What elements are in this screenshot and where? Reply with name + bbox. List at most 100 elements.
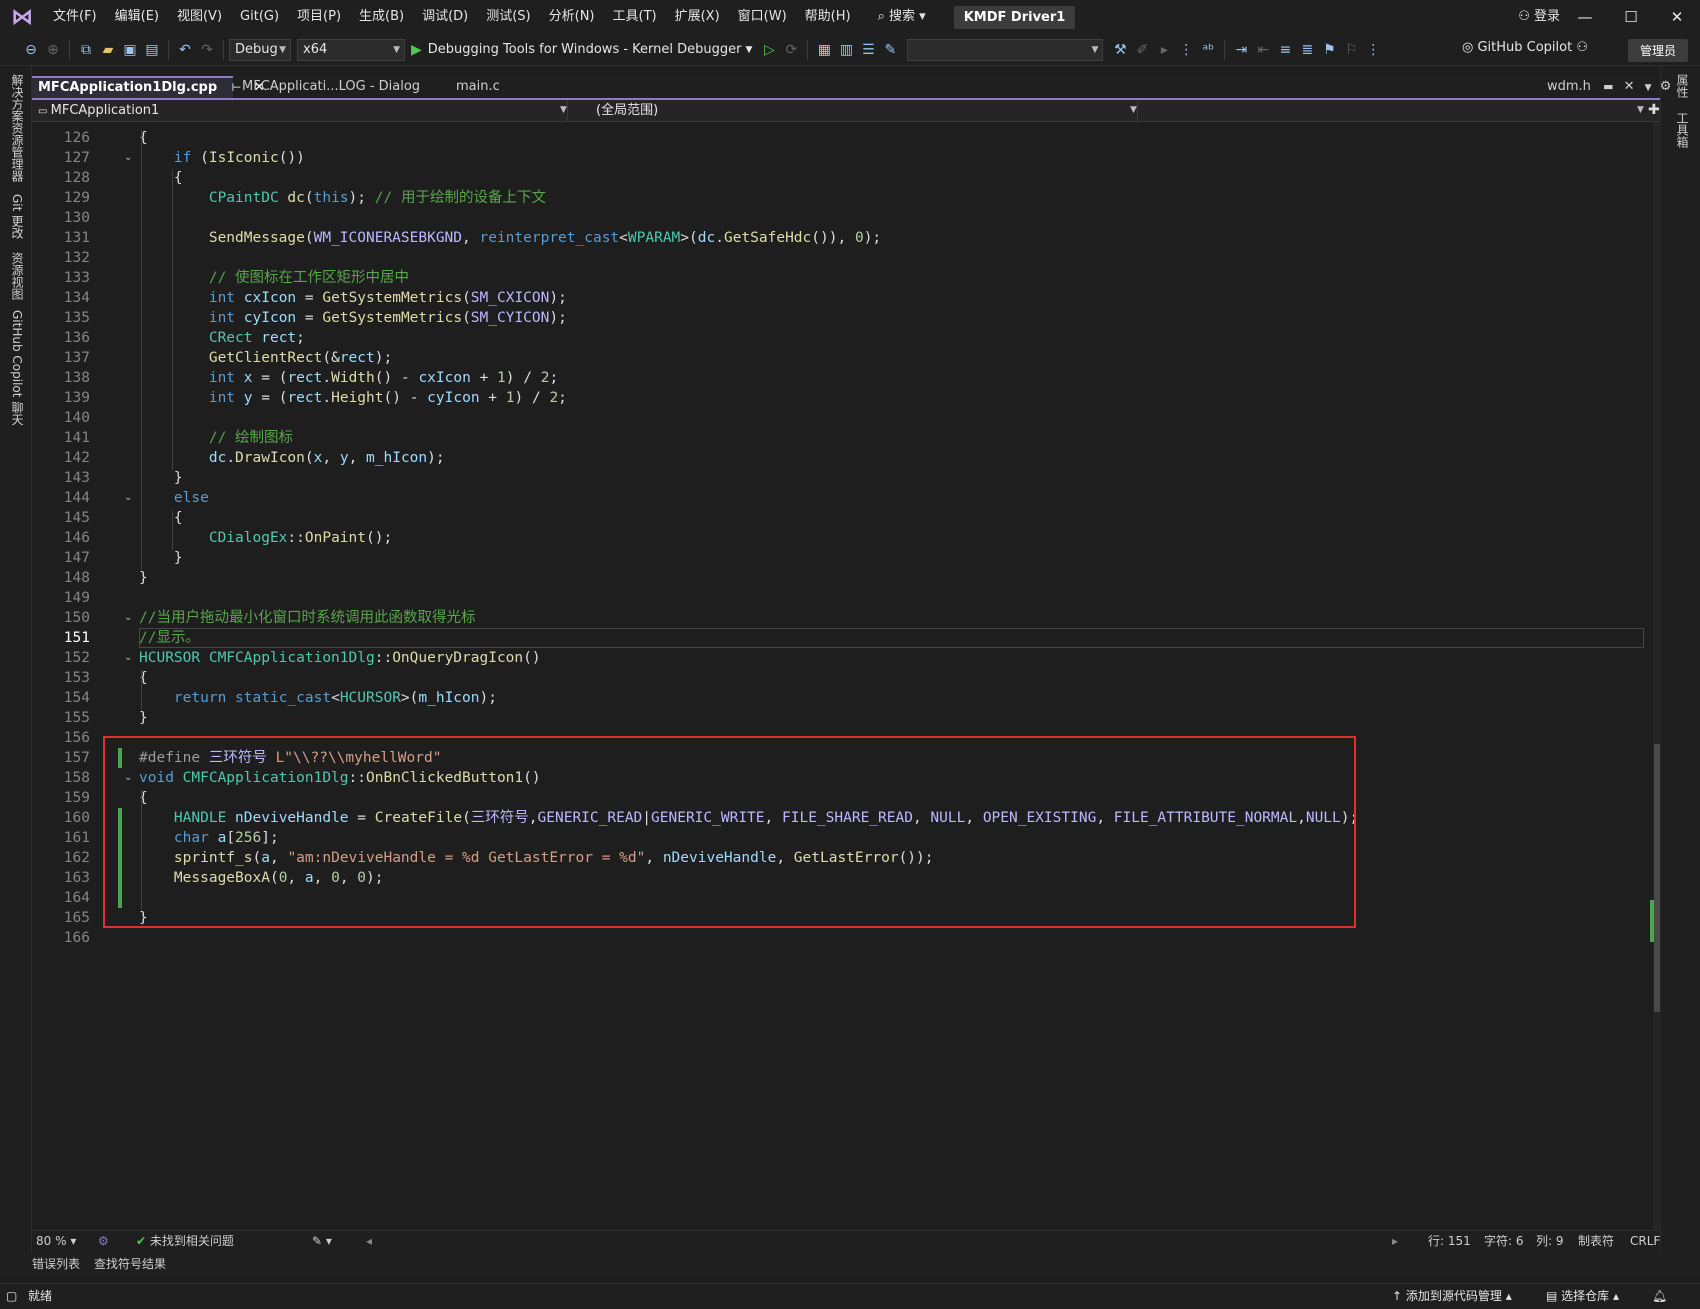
char-indicator[interactable]: 字符: 6: [1484, 1231, 1524, 1252]
menu-file[interactable]: 文件(F): [44, 0, 106, 34]
tab-mfcapplication1dlg-cpp[interactable]: MFCApplication1Dlg.cpp ⊢ ✕: [32, 76, 265, 98]
bookmark-icon[interactable]: ⚑: [1318, 42, 1340, 58]
scroll-left-icon[interactable]: ◂: [366, 1231, 372, 1252]
line-indicator[interactable]: 行: 151: [1428, 1231, 1471, 1252]
menu-analyze[interactable]: 分析(N): [540, 0, 604, 34]
menu-help[interactable]: 帮助(H): [796, 0, 860, 34]
code-line[interactable]: 143 }: [32, 468, 1632, 488]
code-line[interactable]: 132: [32, 248, 1632, 268]
new-project-icon[interactable]: ⧉: [75, 42, 97, 58]
menu-window[interactable]: 窗口(W): [729, 0, 796, 34]
tab-error-list[interactable]: 错误列表: [32, 1252, 80, 1276]
vertical-scrollbar[interactable]: [1653, 122, 1661, 1230]
redo-icon[interactable]: ↷: [196, 42, 218, 58]
code-line[interactable]: 128 {: [32, 168, 1632, 188]
chevron-down-icon[interactable]: ▼: [1637, 100, 1644, 121]
minimize-button[interactable]: —: [1562, 0, 1608, 34]
uncomment-lines-icon[interactable]: ≣: [1296, 42, 1318, 58]
code-line[interactable]: 150 ⌄ //当用户拖动最小化窗口时系统调用此函数取得光标: [32, 608, 1632, 628]
code-line[interactable]: 152 ⌄ HCURSOR CMFCApplication1Dlg::OnQuery…: [32, 648, 1632, 668]
code-line[interactable]: 144 ⌄ else: [32, 488, 1632, 508]
undo-icon[interactable]: ↶: [174, 42, 196, 58]
open-folder-icon[interactable]: ▰: [97, 42, 119, 58]
code-line[interactable]: 145 {: [32, 508, 1632, 528]
code-line[interactable]: 148}: [32, 568, 1632, 588]
fold-toggle-icon[interactable]: ⌄: [124, 488, 132, 508]
menu-git[interactable]: Git(G): [231, 0, 288, 34]
forward-icon[interactable]: ⊕: [42, 42, 64, 58]
fold-toggle-icon[interactable]: ⌄: [124, 148, 132, 168]
menu-edit[interactable]: 编辑(E): [106, 0, 168, 34]
rail-solution-explorer[interactable]: 解决方案资源管理器: [9, 74, 26, 182]
split-editor-icon[interactable]: ✚: [1648, 100, 1660, 121]
code-line[interactable]: 141 // 绘制图标: [32, 428, 1632, 448]
column-indicator[interactable]: 列: 9: [1536, 1231, 1564, 1252]
menu-view[interactable]: 视图(V): [168, 0, 231, 34]
code-line[interactable]: 134 int cxIcon = GetSystemMetrics(SM_CXI…: [32, 288, 1632, 308]
code-line[interactable]: 135 int cyIcon = GetSystemMetrics(SM_CYI…: [32, 308, 1632, 328]
menu-project[interactable]: 项目(P): [288, 0, 350, 34]
comment-icon[interactable]: ☰: [857, 42, 879, 58]
code-line[interactable]: 136 CRect rect;: [32, 328, 1632, 348]
close-tab-icon[interactable]: ✕: [1624, 79, 1635, 94]
code-line[interactable]: 129 CPaintDC dc(this); // 用于绘制的设备上下文: [32, 188, 1632, 208]
code-line[interactable]: 146 CDialogEx::OnPaint();: [32, 528, 1632, 548]
code-line[interactable]: 154 return static_cast<HCURSOR>(m_hIcon)…: [32, 688, 1632, 708]
chat-icon[interactable]: ▢: [6, 1284, 17, 1309]
chevron-down-icon[interactable]: ▼: [1645, 83, 1652, 93]
github-copilot-button[interactable]: ◎ GitHub Copilot ⚇: [1462, 40, 1588, 55]
format-icon[interactable]: ✎: [879, 42, 901, 58]
scrollbar-thumb[interactable]: [1654, 744, 1660, 1012]
select-repository-button[interactable]: ▤ 选择仓库 ▴: [1546, 1284, 1619, 1309]
cleanup-icon[interactable]: ✎ ▾: [312, 1231, 332, 1252]
save-all-icon[interactable]: ▤: [141, 42, 163, 58]
notifications-icon[interactable]: 🔔︎: [1652, 1284, 1667, 1309]
save-icon[interactable]: ▣: [119, 42, 141, 58]
gear-icon[interactable]: ⚙: [1660, 79, 1672, 94]
zoom-select[interactable]: 80 % ▾: [36, 1231, 76, 1252]
refresh-icon[interactable]: ⟳: [780, 42, 802, 58]
scroll-right-icon[interactable]: ▸: [1392, 1231, 1398, 1252]
code-line[interactable]: 140: [32, 408, 1632, 428]
configuration-select[interactable]: Debug ▼: [229, 38, 291, 61]
tab-dialog-resource[interactable]: MFCApplicati...LOG - Dialog: [236, 76, 436, 98]
platform-select[interactable]: x64 ▼: [297, 38, 405, 61]
code-editor[interactable]: 126{127 ⌄ if (IsIconic()) 128 {129 CPaintD…: [32, 122, 1652, 1230]
pencil-icon[interactable]: ✐: [1131, 42, 1153, 58]
fold-toggle-icon[interactable]: ⌄: [124, 648, 132, 668]
project-dropdown[interactable]: ▭ MFCApplication1: [32, 100, 568, 121]
code-line[interactable]: 153{: [32, 668, 1632, 688]
menu-extensions[interactable]: 扩展(X): [666, 0, 729, 34]
close-window-button[interactable]: ✕: [1654, 0, 1700, 34]
scope-dropdown[interactable]: (全局范围): [590, 100, 1138, 121]
rail-toolbox[interactable]: 工具箱: [1674, 112, 1691, 148]
step-icon[interactable]: ▸: [1153, 42, 1175, 58]
code-line[interactable]: 147 }: [32, 548, 1632, 568]
fold-toggle-icon[interactable]: ⌄: [124, 608, 132, 628]
intellicode-icon[interactable]: ⚙: [98, 1231, 109, 1252]
menu-tools[interactable]: 工具(T): [604, 0, 666, 34]
code-line[interactable]: 138 int x = (rect.Width() - cxIcon + 1) …: [32, 368, 1632, 388]
start-without-debugging-icon[interactable]: ▷: [758, 42, 780, 58]
rail-copilot-chat[interactable]: GitHub Copilot 聊天: [9, 310, 26, 425]
comment-lines-icon[interactable]: ≡: [1274, 42, 1296, 58]
bookmark-prev-icon[interactable]: ⚐: [1340, 42, 1362, 58]
start-debugging-button[interactable]: ▶ Debugging Tools for Windows - Kernel De…: [411, 42, 752, 58]
menu-test[interactable]: 测试(S): [477, 0, 539, 34]
menu-build[interactable]: 生成(B): [350, 0, 413, 34]
build-icon[interactable]: ⚒: [1109, 42, 1131, 58]
breakpoint-icon[interactable]: ⋮: [1175, 42, 1197, 58]
tab-wdm-h[interactable]: wdm.h ▬ ✕ ▼ ⚙: [1541, 76, 1671, 98]
code-line[interactable]: 130: [32, 208, 1632, 228]
code-line[interactable]: 139 int y = (rect.Height() - cyIcon + 1)…: [32, 388, 1632, 408]
rail-git-changes[interactable]: Git 更改: [9, 194, 26, 239]
maximize-button[interactable]: ☐: [1608, 0, 1654, 34]
find-combo[interactable]: ▼: [907, 38, 1104, 61]
code-line[interactable]: 155}: [32, 708, 1632, 728]
tab-find-symbol-results[interactable]: 查找符号结果: [94, 1252, 166, 1276]
add-to-source-control-button[interactable]: ↑ 添加到源代码管理 ▴: [1392, 1284, 1512, 1309]
line-ending-indicator[interactable]: CRLF: [1630, 1231, 1660, 1252]
code-line[interactable]: 142 dc.DrawIcon(x, y, m_hIcon);: [32, 448, 1632, 468]
bookmark-next-icon[interactable]: ⋮: [1362, 42, 1384, 58]
back-icon[interactable]: ⊖: [20, 42, 42, 58]
